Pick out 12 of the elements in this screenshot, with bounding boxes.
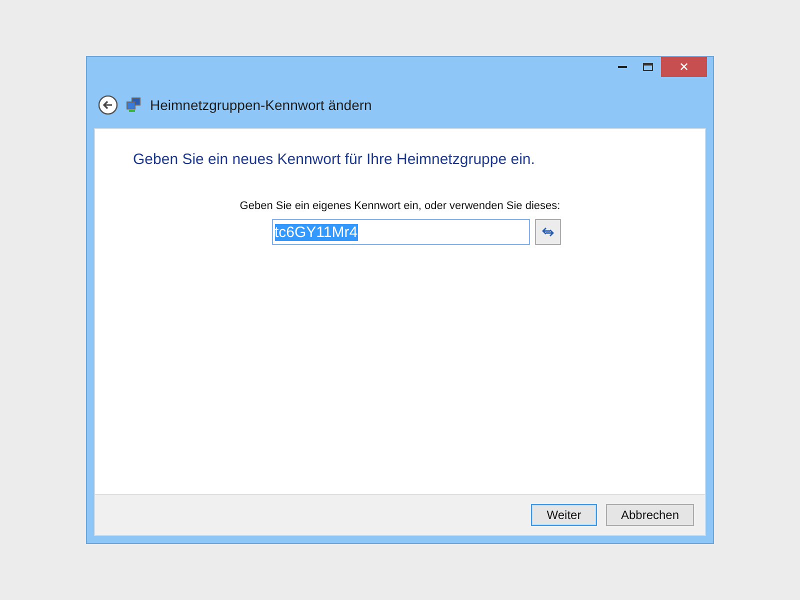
window-title: Heimnetzgruppen-Kennwort ändern bbox=[150, 97, 372, 113]
back-icon[interactable] bbox=[98, 95, 118, 115]
minimize-icon bbox=[618, 66, 626, 68]
next-button[interactable]: Weiter bbox=[531, 504, 597, 526]
password-label: Geben Sie ein eigenes Kennwort ein, oder verwenden Sie dieses: bbox=[240, 200, 560, 212]
network-computers-icon bbox=[126, 97, 142, 113]
close-button[interactable]: ✕ bbox=[661, 57, 707, 77]
instruction-heading: Geben Sie ein neues Kennwort für Ihre Heimnetzgruppe ein. bbox=[133, 151, 536, 168]
refresh-arrows-icon bbox=[542, 227, 554, 237]
cancel-button[interactable]: Abbrechen bbox=[606, 504, 694, 526]
maximize-icon bbox=[643, 63, 653, 71]
regenerate-button[interactable] bbox=[534, 219, 560, 245]
